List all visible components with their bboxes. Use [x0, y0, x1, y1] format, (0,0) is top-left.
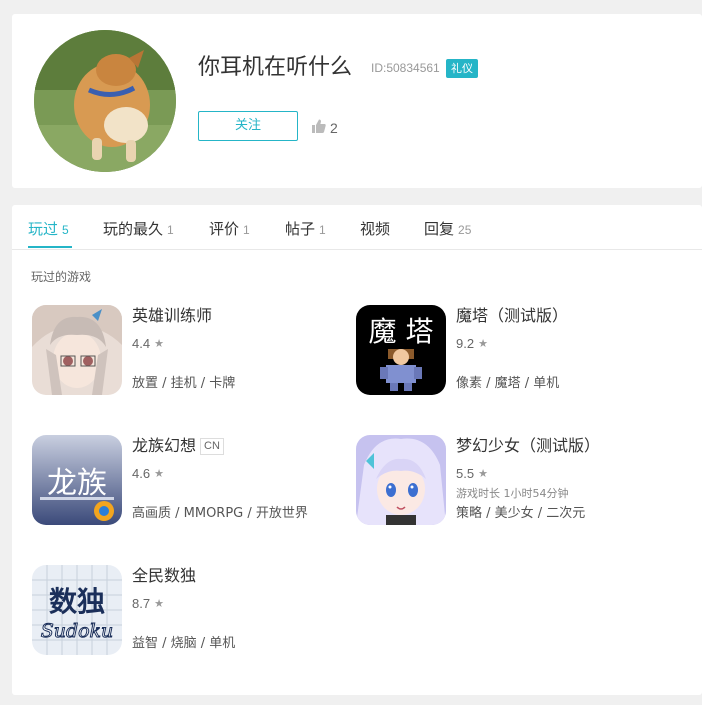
likes[interactable]: 2: [312, 118, 338, 137]
tab-count: 25: [458, 223, 472, 237]
tab-played[interactable]: 玩过 5: [28, 218, 69, 239]
user-id: ID:50834561: [371, 61, 440, 75]
game-item[interactable]: 英雄训练师 4.4 ★ 放置 / 挂机 / 卡牌: [32, 305, 332, 397]
game-name[interactable]: 魔塔（测试版）: [456, 306, 568, 326]
game-item[interactable]: 梦幻少女（测试版） 5.5 ★ 游戏时长 1小时54分钟 策略 / 美少女 / …: [356, 435, 656, 527]
follow-button[interactable]: 关注: [198, 111, 298, 141]
tab-videos[interactable]: 视频: [360, 218, 390, 239]
star-icon: ★: [154, 468, 164, 480]
rating-value: 5.5: [456, 466, 475, 481]
icon-text: 龙族: [47, 466, 107, 501]
rating-value: 9.2: [456, 336, 475, 351]
tab-label: 玩的最久: [103, 220, 164, 238]
game-tags: 像素 / 魔塔 / 单机: [456, 376, 560, 391]
tab-label: 玩过: [28, 220, 59, 238]
thumbs-up-icon: [312, 118, 326, 137]
rating-value: 4.4: [132, 336, 151, 351]
game-title: 龙族幻想: [132, 436, 197, 455]
game-item[interactable]: 数独 Sudoku 全民数独 8.7 ★ 益智 / 烧脑 / 单机: [32, 565, 332, 657]
sudoku-icon[interactable]: 数独 Sudoku: [32, 565, 122, 655]
play-time: 游戏时长 1小时54分钟: [456, 487, 569, 500]
tab-posts[interactable]: 帖子 1: [285, 218, 326, 239]
magic-tower-icon[interactable]: 魔 塔: [356, 305, 446, 395]
game-tags: 益智 / 烧脑 / 单机: [132, 636, 236, 651]
tab-label: 视频: [360, 220, 391, 238]
game-rating: 4.4 ★: [132, 336, 164, 351]
icon-subtext: Sudoku: [41, 620, 114, 642]
star-icon: ★: [154, 598, 164, 610]
profile-card: 你耳机在听什么 ID:50834561 礼仪 关注 2: [12, 14, 702, 188]
game-rating: 5.5 ★: [456, 466, 488, 481]
icon-text: 数独: [49, 585, 105, 618]
username: 你耳机在听什么: [198, 55, 353, 80]
tab-replies[interactable]: 回复 25: [424, 218, 471, 239]
rating-value: 8.7: [132, 596, 151, 611]
main-card: 玩过 5 玩的最久 1 评价 1 帖子 1 视频 回复 25 玩过的游戏 英雄训…: [12, 205, 702, 695]
tab-count: 5: [62, 223, 69, 237]
game-tags: 策略 / 美少女 / 二次元: [456, 506, 586, 521]
game-item[interactable]: 龙族 龙族幻想 CN 4.6 ★ 高画质 / MMORPG / 开放世界: [32, 435, 332, 527]
tab-label: 帖子: [285, 220, 316, 238]
likes-count: 2: [330, 119, 338, 136]
game-name[interactable]: 梦幻少女（测试版）: [456, 436, 600, 456]
status-badge: 礼仪: [446, 59, 478, 78]
game-name[interactable]: 全民数独: [132, 566, 196, 586]
rating-value: 4.6: [132, 466, 151, 481]
game-tags: 高画质 / MMORPG / 开放世界: [132, 506, 308, 521]
game-rating: 4.6 ★: [132, 466, 164, 481]
tab-bar: 玩过 5 玩的最久 1 评价 1 帖子 1 视频 回复 25: [12, 205, 702, 250]
tab-reviews[interactable]: 评价 1: [209, 218, 250, 239]
game-item[interactable]: 魔 塔 魔塔（测试版） 9.2 ★ 像素 / 魔塔 / 单机: [356, 305, 656, 397]
game-name[interactable]: 龙族幻想 CN: [132, 436, 224, 456]
section-title: 玩过的游戏: [31, 270, 92, 284]
tab-label: 评价: [209, 220, 240, 238]
star-icon: ★: [154, 338, 164, 350]
tab-label: 回复: [424, 220, 455, 238]
star-icon: ★: [478, 468, 488, 480]
tab-count: 1: [243, 223, 250, 237]
dragon-raja-icon[interactable]: 龙族: [32, 435, 122, 525]
game-tags: 放置 / 挂机 / 卡牌: [132, 376, 236, 391]
active-tab-indicator: [28, 246, 72, 248]
tab-count: 1: [167, 223, 174, 237]
icon-text: 魔 塔: [369, 315, 434, 348]
tab-played-longest[interactable]: 玩的最久 1: [103, 218, 174, 239]
star-icon: ★: [478, 338, 488, 350]
game-name[interactable]: 英雄训练师: [132, 306, 212, 326]
anime-elf-girl-icon[interactable]: [356, 435, 446, 525]
region-tag: CN: [200, 438, 224, 455]
game-rating: 9.2 ★: [456, 336, 488, 351]
avatar[interactable]: [34, 30, 176, 172]
tab-count: 1: [319, 223, 326, 237]
anime-girl-icon[interactable]: [32, 305, 122, 395]
game-rating: 8.7 ★: [132, 596, 164, 611]
